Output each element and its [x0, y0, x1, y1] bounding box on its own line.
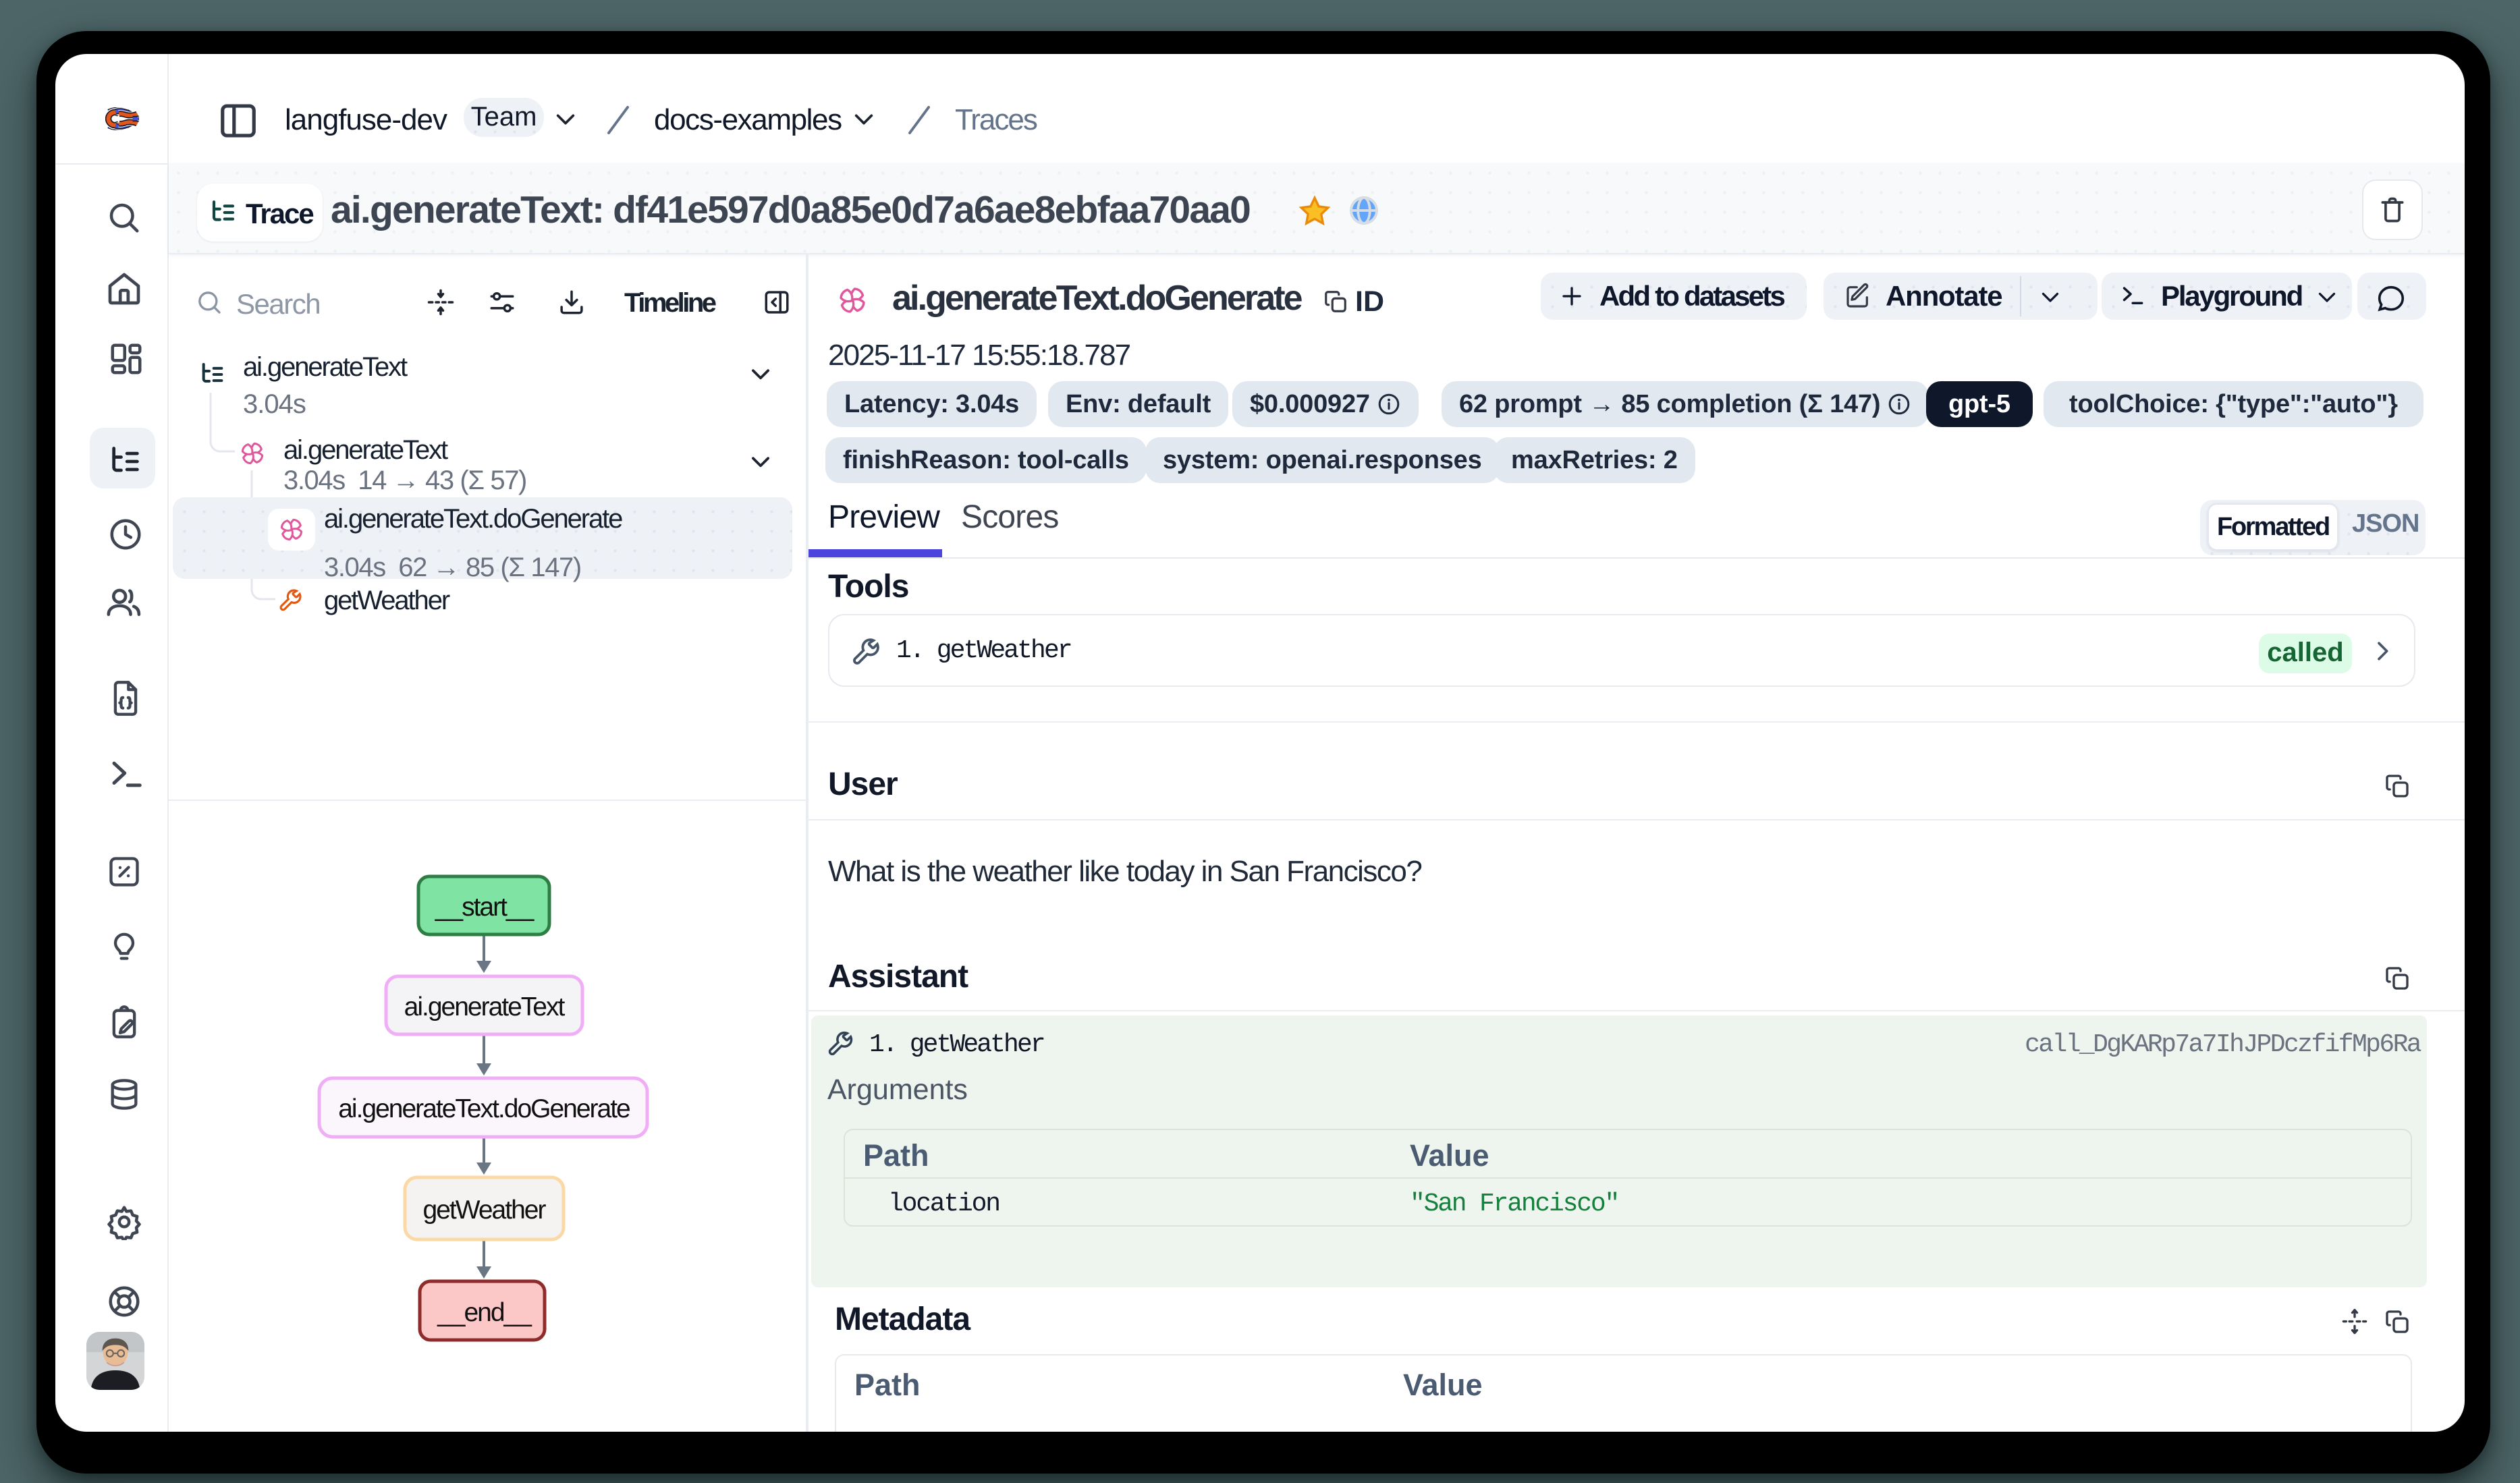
svg-text:getWeather: getWeather [423, 1196, 547, 1225]
svg-text:ai.generateText.doGenerate: ai.generateText.doGenerate [338, 1094, 630, 1123]
svg-text:ai.generateText: ai.generateText [404, 992, 566, 1022]
svg-text:__end__: __end__ [437, 1298, 532, 1327]
svg-text:__start__: __start__ [435, 893, 535, 922]
